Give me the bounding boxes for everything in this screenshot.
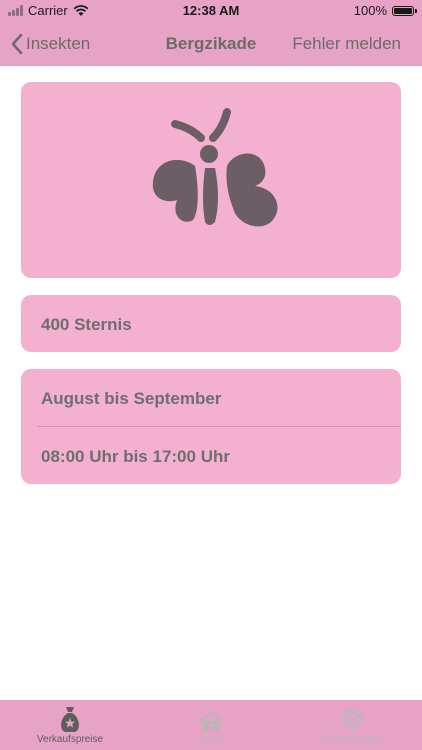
tab-label: Verkaufspreise — [36, 734, 104, 745]
availability-card: August bis September 08:00 Uhr bis 17:00… — [21, 369, 401, 484]
hours-value: 08:00 Uhr bis 17:00 Uhr — [41, 447, 230, 466]
months-value: August bis September — [41, 389, 222, 408]
battery-icon — [392, 5, 417, 16]
insect-image-card — [21, 82, 401, 278]
divider — [37, 426, 401, 427]
house-icon — [199, 711, 223, 731]
status-right: 100% — [353, 3, 417, 18]
gear-icon — [341, 708, 363, 730]
price-value: 400 Sternis — [41, 315, 132, 334]
money-bag-icon — [61, 707, 79, 732]
price-card: 400 Sternis — [21, 295, 401, 352]
report-error-button[interactable]: Fehler melden — [292, 34, 401, 54]
tab-verkaufspreise[interactable]: Verkaufspreise — [0, 704, 140, 745]
tab-label: Einstellungen — [321, 734, 383, 745]
tab-bar: Verkaufspreise Haus Einstellungen — [0, 700, 422, 750]
battery-percent: 100% — [353, 3, 387, 18]
tab-einstellungen[interactable]: Einstellungen — [282, 704, 422, 745]
status-bar: Carrier 12:38 AM 100% — [0, 0, 422, 22]
tab-label: Haus — [199, 734, 223, 745]
butterfly-icon — [152, 108, 278, 227]
tab-haus[interactable]: Haus — [141, 704, 281, 745]
navigation-bar: Insekten Bergzikade Fehler melden — [0, 22, 422, 66]
